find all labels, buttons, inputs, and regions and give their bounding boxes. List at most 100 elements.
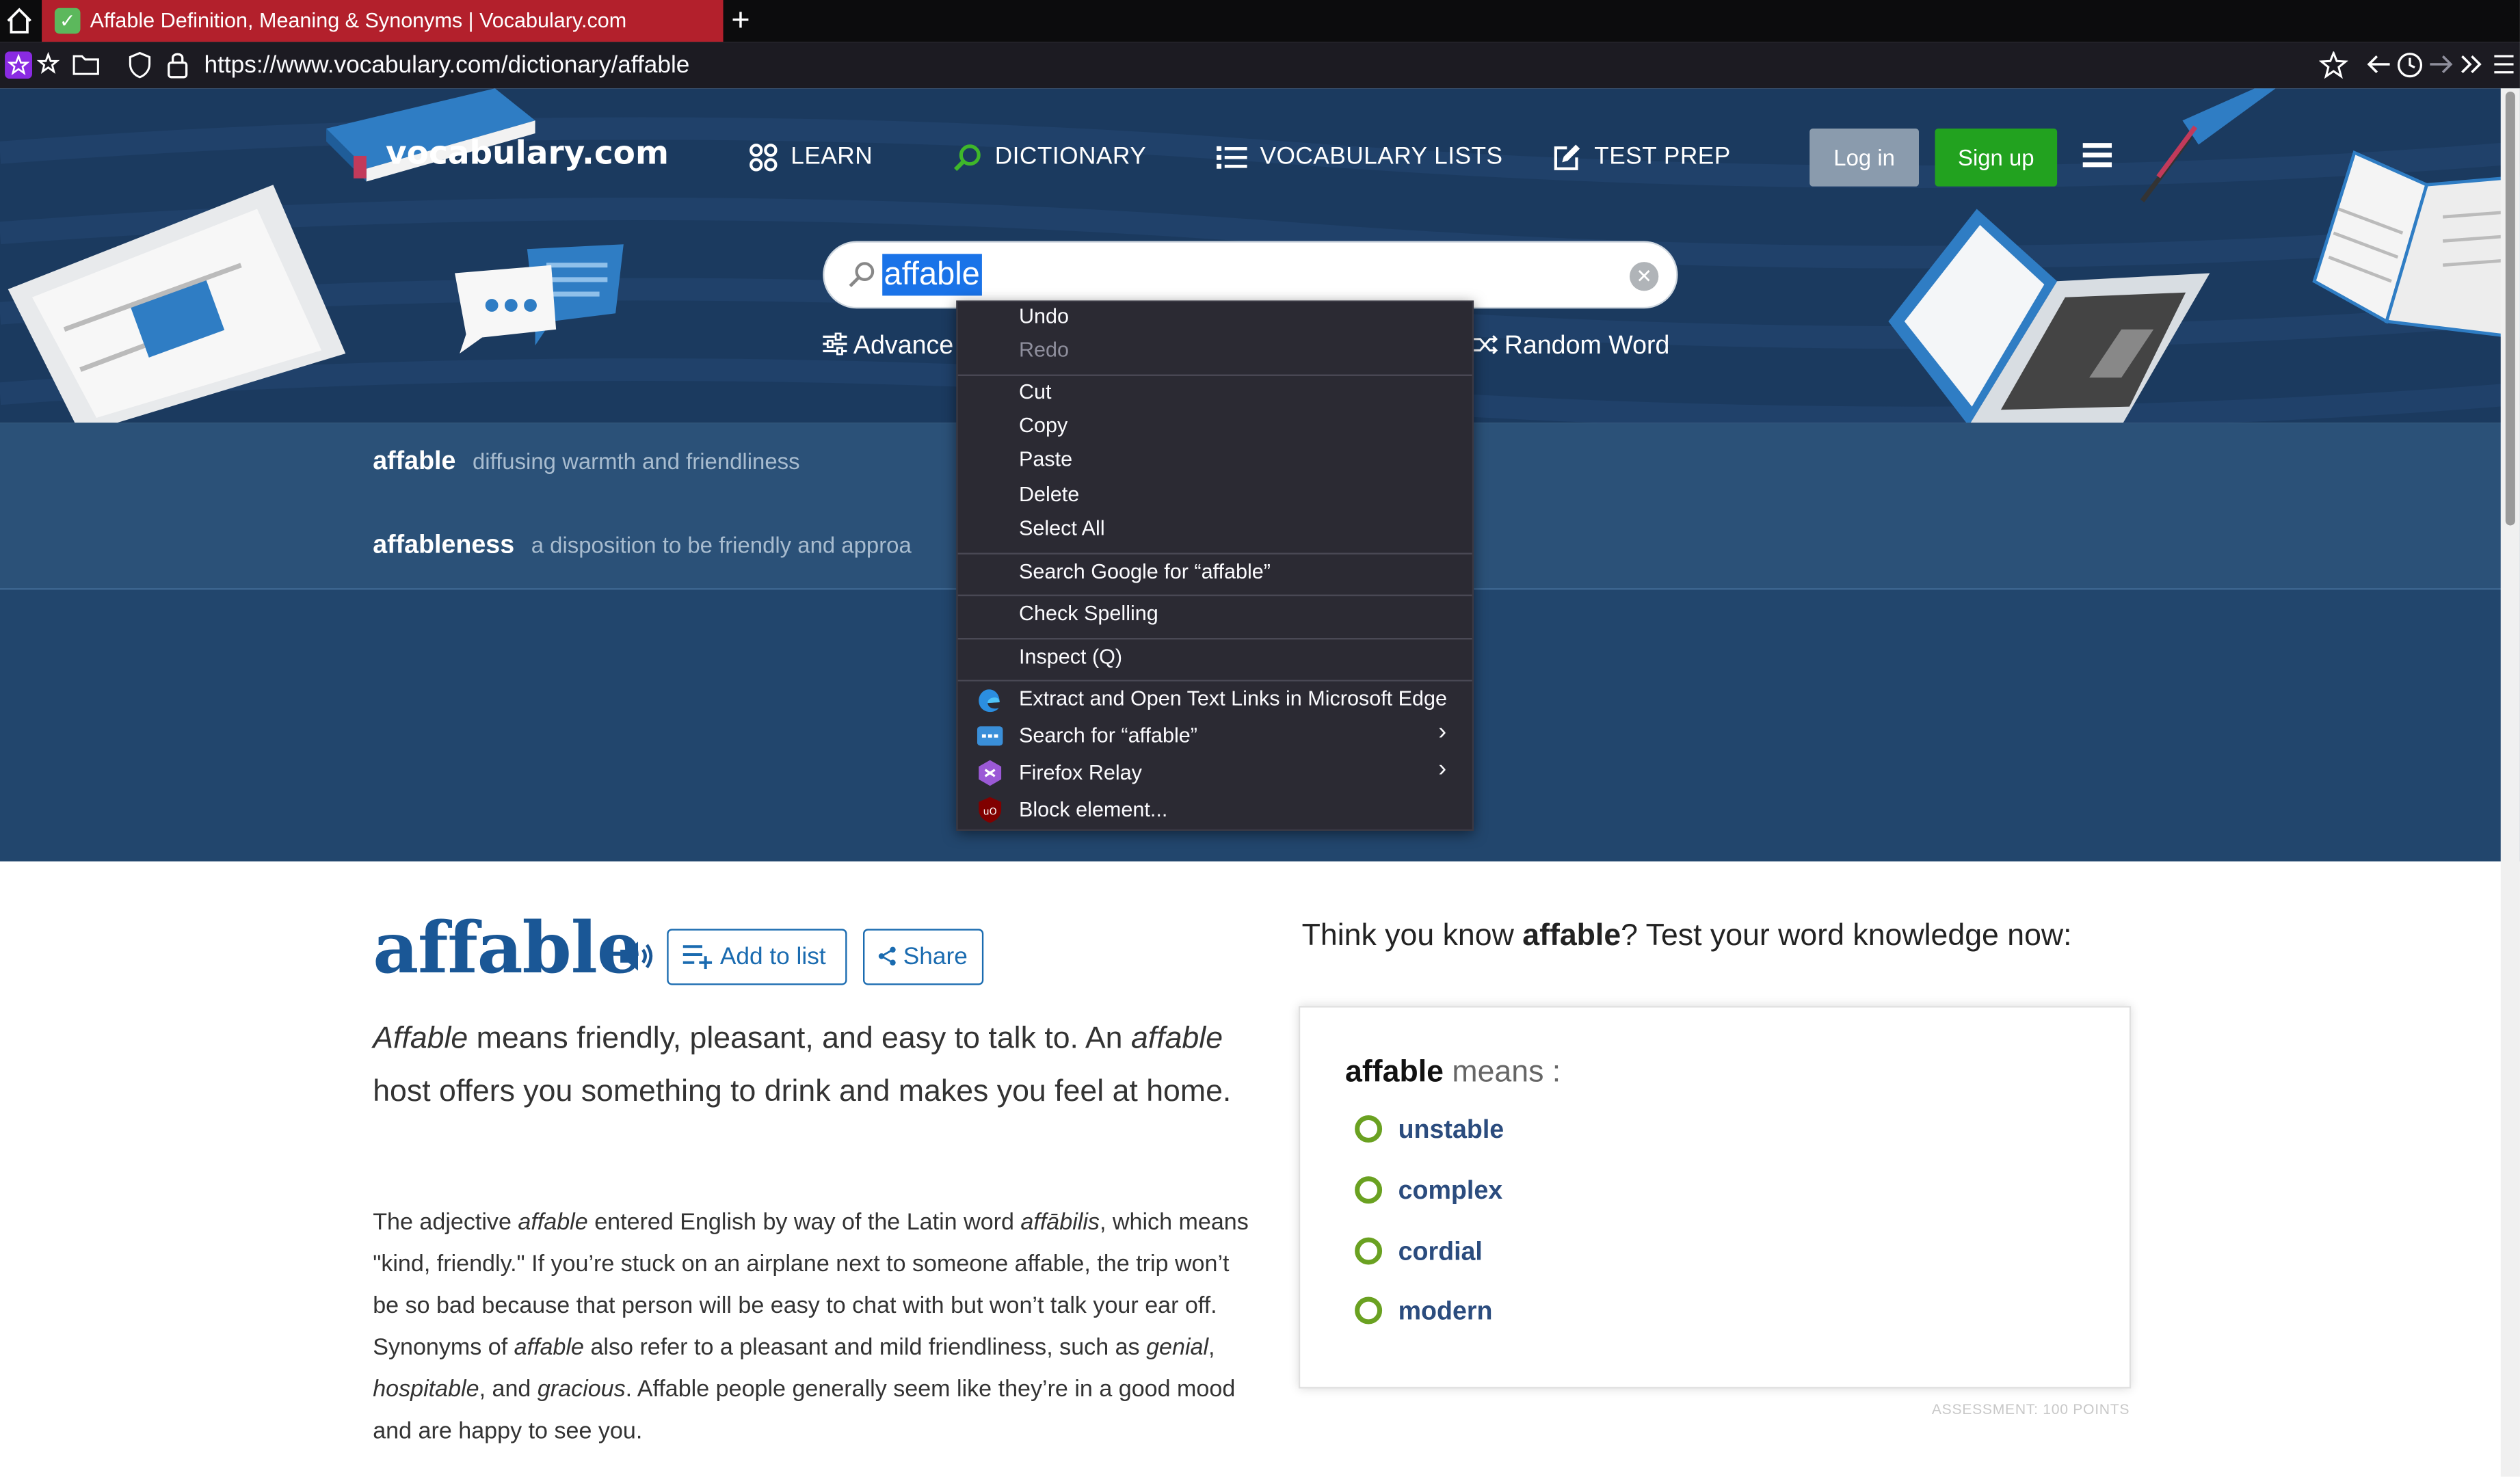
quiz-prompt: Think you know affable? Test your word k… bbox=[1301, 919, 2072, 953]
ublock-icon: uO bbox=[979, 797, 1002, 823]
nav-vocabulary-lists-label: VOCABULARY LISTS bbox=[1260, 143, 1503, 171]
share-button[interactable]: Share bbox=[863, 929, 984, 985]
menu-item-extract-links[interactable]: Extract and Open Text Links in Microsoft… bbox=[1019, 686, 1447, 710]
menu-item-copy[interactable]: Copy bbox=[1019, 413, 1067, 437]
short-definition: Affable means friendly, pleasant, and ea… bbox=[373, 1022, 1232, 1109]
quiz-option[interactable]: unstable bbox=[1355, 1115, 1504, 1146]
submenu-chevron-icon: › bbox=[1438, 718, 1447, 746]
sliders-icon bbox=[823, 332, 847, 356]
app-menu-icon[interactable] bbox=[2493, 55, 2515, 74]
suggestion-item[interactable]: affableness a disposition to be friendly… bbox=[373, 532, 912, 561]
radio-ring-icon bbox=[1355, 1115, 1383, 1143]
menu-item-search-for[interactable]: Search for “affable” bbox=[1019, 723, 1197, 747]
tab-title: Affable Definition, Meaning & Synonyms |… bbox=[90, 8, 627, 33]
home-icon[interactable] bbox=[5, 6, 34, 35]
random-word-label: Random Word bbox=[1504, 332, 1670, 360]
share-label: Share bbox=[903, 943, 968, 971]
menu-item-block-element[interactable]: Block element... bbox=[1019, 797, 1167, 821]
signup-button[interactable]: Sign up bbox=[1935, 129, 2058, 187]
menu-item-search-google[interactable]: Search Google for “affable” bbox=[1019, 559, 1271, 583]
lock-icon[interactable] bbox=[165, 50, 189, 79]
suggestion-word: affable bbox=[373, 448, 456, 476]
radio-ring-icon bbox=[1355, 1296, 1383, 1325]
nav-dictionary[interactable]: DICTIONARY bbox=[953, 142, 1147, 174]
chat-bubbles-illustration-icon bbox=[455, 244, 624, 354]
svg-text:uO: uO bbox=[983, 807, 997, 818]
shuffle-icon bbox=[1474, 335, 1498, 355]
menu-item-cut[interactable]: Cut bbox=[1019, 380, 1052, 403]
nav-learn-label: LEARN bbox=[791, 143, 873, 171]
menu-separator bbox=[957, 594, 1472, 596]
back-arrow-icon[interactable] bbox=[2365, 53, 2391, 76]
quiz-option[interactable]: complex bbox=[1355, 1176, 1502, 1207]
folder-icon[interactable] bbox=[72, 51, 100, 77]
quiz-option[interactable]: cordial bbox=[1355, 1237, 1483, 1268]
menu-separator bbox=[957, 637, 1472, 640]
pencil-book-illustration-icon bbox=[2140, 88, 2276, 202]
advanced-search-link[interactable]: Advance bbox=[823, 332, 953, 361]
speaker-icon[interactable] bbox=[617, 938, 655, 974]
browser-tab[interactable]: ✓ Affable Definition, Meaning & Synonyms… bbox=[42, 0, 724, 42]
overflow-chevrons-icon[interactable] bbox=[2459, 53, 2485, 76]
bookmark-star-icon[interactable] bbox=[36, 51, 62, 77]
menu-item-paste[interactable]: Paste bbox=[1019, 447, 1072, 470]
page-scrollbar[interactable] bbox=[2500, 88, 2520, 1477]
menu-item-redo[interactable]: Redo bbox=[1019, 338, 1069, 362]
login-button[interactable]: Log in bbox=[1809, 129, 1920, 187]
grid-icon bbox=[750, 144, 778, 172]
url-bar: https://www.vocabulary.com/dictionary/af… bbox=[0, 42, 2520, 89]
menu-separator bbox=[957, 374, 1472, 376]
hamburger-menu-icon[interactable] bbox=[2082, 143, 2112, 169]
radio-ring-icon bbox=[1355, 1176, 1383, 1204]
nav-learn[interactable]: LEARN bbox=[749, 142, 873, 174]
extension-star-icon[interactable] bbox=[5, 51, 33, 79]
menu-item-inspect[interactable]: Inspect (Q) bbox=[1019, 644, 1122, 668]
new-tab-button[interactable]: + bbox=[731, 3, 750, 39]
share-icon bbox=[878, 946, 896, 966]
nav-vocabulary-lists[interactable]: VOCABULARY LISTS bbox=[1217, 142, 1502, 174]
nav-dictionary-label: DICTIONARY bbox=[994, 143, 1147, 171]
suggestion-item[interactable]: affable diffusing warmth and friendlines… bbox=[373, 449, 799, 477]
nav-test-prep-label: TEST PREP bbox=[1594, 143, 1731, 171]
random-word-link[interactable]: Random Word bbox=[1474, 332, 1669, 361]
open-book-illustration-icon bbox=[2312, 150, 2520, 339]
forward-arrow-icon[interactable] bbox=[2428, 53, 2454, 76]
newspaper-illustration-icon bbox=[8, 185, 346, 423]
quiz-question: affable means : bbox=[1345, 1056, 1561, 1090]
nav-test-prep[interactable]: TEST PREP bbox=[1552, 142, 1731, 174]
quiz-option[interactable]: modern bbox=[1355, 1296, 1492, 1328]
search-ext-icon bbox=[977, 726, 1003, 746]
page-bookmark-icon[interactable] bbox=[2319, 51, 2348, 79]
history-clock-icon[interactable] bbox=[2396, 51, 2424, 79]
vocabulary-favicon-icon: ✓ bbox=[54, 8, 81, 34]
url-text[interactable]: https://www.vocabulary.com/dictionary/af… bbox=[204, 50, 689, 82]
menu-separator bbox=[957, 680, 1472, 682]
site-logo[interactable]: vocabulary.com bbox=[386, 133, 669, 172]
suggestion-definition: a disposition to be friendly and approa bbox=[531, 531, 912, 558]
suggestion-word: affableness bbox=[373, 531, 515, 559]
menu-item-firefox-relay[interactable]: Firefox Relay bbox=[1019, 760, 1142, 784]
clear-search-icon[interactable]: ✕ bbox=[1630, 262, 1659, 291]
context-menu: Undo Redo Cut Copy Paste Delete Select A… bbox=[956, 300, 1474, 831]
menu-item-delete[interactable]: Delete bbox=[1019, 482, 1079, 506]
browser-tab-bar: ✓ Affable Definition, Meaning & Synonyms… bbox=[0, 0, 2520, 42]
radio-ring-icon bbox=[1355, 1237, 1383, 1265]
advanced-search-label: Advance bbox=[853, 332, 954, 360]
list-icon bbox=[1217, 146, 1247, 169]
scrollbar-thumb[interactable] bbox=[2505, 91, 2515, 526]
pencil-icon bbox=[1554, 144, 1580, 170]
menu-item-check-spelling[interactable]: Check Spelling bbox=[1019, 601, 1158, 625]
search-input-value[interactable]: affable bbox=[882, 254, 982, 296]
shield-icon[interactable] bbox=[127, 51, 153, 79]
search-input[interactable]: affable ✕ bbox=[823, 241, 1678, 309]
submenu-chevron-icon: › bbox=[1438, 755, 1447, 783]
quiz-card: affable means : unstable complex cordial… bbox=[1298, 1006, 2132, 1389]
add-to-list-button[interactable]: Add to list bbox=[667, 929, 847, 985]
suggestion-definition: diffusing warmth and friendliness bbox=[473, 448, 800, 475]
add-to-list-label: Add to list bbox=[719, 943, 826, 971]
long-definition: The adjective affable entered English by… bbox=[373, 1210, 1249, 1445]
edge-icon bbox=[979, 689, 1000, 713]
laptop-illustration-icon bbox=[1888, 209, 2210, 423]
menu-item-select-all[interactable]: Select All bbox=[1019, 516, 1105, 540]
menu-item-undo[interactable]: Undo bbox=[1019, 304, 1069, 328]
